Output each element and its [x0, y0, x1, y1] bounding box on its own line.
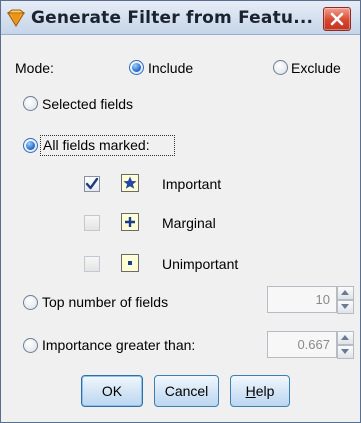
importance-decrement-button[interactable]: [337, 345, 354, 359]
importance-radio[interactable]: [23, 338, 38, 353]
plus-icon: [121, 213, 139, 231]
include-radio[interactable]: [129, 60, 144, 75]
marginal-label: Marginal: [162, 215, 216, 231]
unimportant-label: Unimportant: [162, 256, 239, 272]
top-number-field[interactable]: 10: [267, 286, 337, 313]
unimportant-checkbox[interactable]: [84, 256, 100, 272]
close-button[interactable]: [323, 7, 351, 31]
mode-label: Mode:: [15, 60, 54, 76]
include-label[interactable]: Include: [148, 60, 193, 76]
close-icon: [330, 12, 344, 26]
exclude-label[interactable]: Exclude: [291, 60, 341, 76]
selected-fields-radio[interactable]: [23, 96, 38, 111]
help-mnemonic: H: [245, 383, 256, 399]
all-fields-marked-label[interactable]: All fields marked:: [43, 137, 150, 153]
importance-spinner[interactable]: 0.667: [267, 331, 354, 359]
important-label: Important: [162, 176, 222, 192]
top-number-value: 10: [315, 292, 330, 307]
importance-value: 0.667: [297, 337, 330, 352]
generate-filter-dialog: Generate Filter from Featu... Mode: Incl…: [0, 0, 361, 423]
importance-label[interactable]: Importance greater than:: [42, 337, 195, 353]
top-number-increment-button[interactable]: [337, 286, 354, 300]
exclude-radio[interactable]: [273, 60, 288, 75]
app-diamond-icon: [6, 9, 26, 27]
help-button[interactable]: Help: [230, 375, 290, 407]
importance-field[interactable]: 0.667: [267, 331, 337, 358]
help-label-rest: elp: [255, 383, 275, 399]
dialog-title: Generate Filter from Featu...: [31, 8, 314, 28]
arrow-down-icon: [341, 349, 349, 354]
marginal-checkbox[interactable]: [84, 215, 100, 231]
all-fields-marked-radio[interactable]: [23, 138, 38, 153]
top-number-label[interactable]: Top number of fields: [42, 294, 168, 310]
top-number-radio[interactable]: [23, 295, 38, 310]
checkmark-icon: [85, 177, 99, 190]
cancel-button[interactable]: Cancel: [154, 375, 219, 407]
arrow-up-icon: [341, 290, 349, 295]
title-bar[interactable]: Generate Filter from Featu...: [1, 1, 360, 35]
top-number-spinner[interactable]: 10: [267, 286, 354, 314]
arrow-up-icon: [341, 335, 349, 340]
top-number-decrement-button[interactable]: [337, 300, 354, 314]
ok-button[interactable]: OK: [81, 375, 143, 407]
star-icon: [121, 174, 139, 192]
importance-increment-button[interactable]: [337, 331, 354, 345]
selected-fields-label[interactable]: Selected fields: [42, 96, 133, 112]
important-checkbox[interactable]: [84, 176, 100, 192]
arrow-down-icon: [341, 304, 349, 309]
dot-icon: [121, 254, 139, 272]
